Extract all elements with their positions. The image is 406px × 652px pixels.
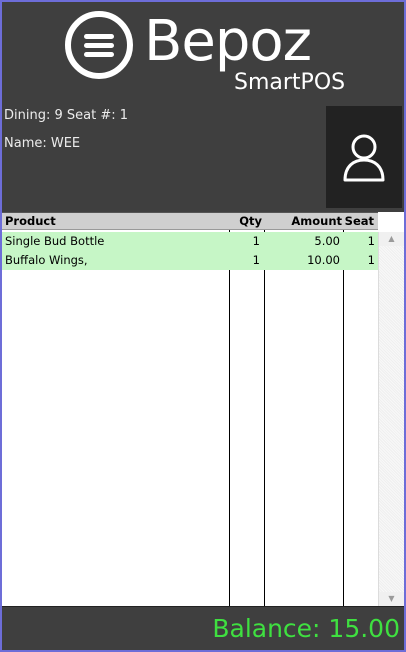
row-amount: 10.00 (307, 253, 340, 267)
row-qty: 1 (252, 234, 260, 248)
column-divider (229, 230, 230, 606)
order-rows: Single Bud Bottle 1 5.00 1 Buffalo Wings… (2, 232, 378, 270)
column-header-seat[interactable]: Seat (344, 213, 374, 230)
row-qty: 1 (252, 253, 260, 267)
row-product: Buffalo Wings, (5, 253, 88, 267)
column-divider (264, 230, 265, 606)
row-seat: 1 (367, 253, 375, 267)
bepoz-logo: Bepoz SmartPOS (64, 9, 354, 100)
footer-panel: Balance: 15.00 (2, 606, 404, 650)
vertical-scrollbar[interactable]: ▲ ▼ (378, 232, 404, 606)
scroll-down-arrow-icon[interactable]: ▼ (379, 592, 404, 606)
order-row[interactable]: Single Bud Bottle 1 5.00 1 (2, 232, 378, 251)
row-amount: 5.00 (314, 234, 340, 248)
scroll-up-arrow-icon[interactable]: ▲ (379, 232, 404, 246)
column-header-product[interactable]: Product (5, 213, 56, 230)
row-seat: 1 (367, 234, 375, 248)
column-divider (343, 230, 344, 606)
order-row[interactable]: Buffalo Wings, 1 10.00 1 (2, 251, 378, 270)
customer-button[interactable] (326, 106, 402, 208)
customer-name: Name: WEE (4, 136, 81, 151)
menu-icon[interactable] (64, 10, 134, 80)
header-panel: Bepoz SmartPOS Dining: 9 Seat #: 1 Name:… (2, 2, 404, 212)
column-header-amount[interactable]: Amount (264, 213, 342, 230)
user-icon (343, 134, 385, 182)
header-filler (378, 212, 404, 231)
column-header-qty[interactable]: Qty (228, 213, 262, 230)
row-product: Single Bud Bottle (5, 234, 105, 248)
pos-window: Bepoz SmartPOS Dining: 9 Seat #: 1 Name:… (0, 0, 406, 652)
grid-header: Product Qty Amount Seat (2, 212, 378, 230)
dining-seat-info: Dining: 9 Seat #: 1 (4, 108, 129, 123)
balance-display: Balance: 15.00 (212, 614, 400, 643)
brand-subtitle: SmartPOS (234, 70, 346, 95)
order-grid[interactable]: Product Qty Amount Seat Single Bud Bottl… (2, 212, 404, 606)
